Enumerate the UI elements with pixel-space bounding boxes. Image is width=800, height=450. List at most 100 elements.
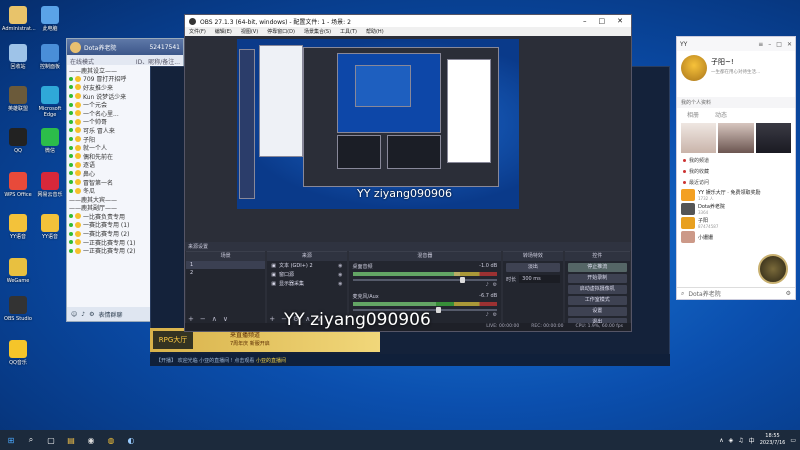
- member-avatar: [75, 84, 81, 91]
- notification-icon[interactable]: ▭: [790, 437, 796, 444]
- chevron-up-icon[interactable]: ∧: [719, 437, 723, 444]
- control-button[interactable]: 开始录制: [567, 274, 627, 283]
- visibility-eye-icon[interactable]: ◉: [338, 281, 342, 287]
- photo-thumb[interactable]: [755, 123, 791, 153]
- speaker-icon[interactable]: ♪: [485, 282, 488, 288]
- volume-slider[interactable]: [352, 277, 498, 283]
- volume-slider-handle[interactable]: [436, 307, 442, 313]
- mic-icon[interactable]: ♪: [81, 311, 85, 318]
- source-item[interactable]: ▣ 显示器采集 ◉: [267, 279, 346, 288]
- yy-icon[interactable]: ◍: [104, 433, 118, 447]
- source-item[interactable]: ▣ 窗口源 ◉: [267, 270, 346, 279]
- photo-thumb[interactable]: [718, 123, 754, 153]
- desktop-icon[interactable]: WPS Office: [2, 172, 34, 198]
- maximize-icon[interactable]: □: [776, 41, 782, 48]
- desktop-icon[interactable]: 控制面板: [34, 44, 66, 70]
- settings-icon[interactable]: ⚙: [786, 290, 791, 297]
- desktop-icon[interactable]: 网易云音乐: [34, 172, 66, 198]
- qq-icon[interactable]: ◐: [124, 433, 138, 447]
- remove-scene-icon[interactable]: −: [200, 315, 206, 323]
- scene-item[interactable]: 2: [186, 269, 265, 277]
- obs-icon[interactable]: ◉: [84, 433, 98, 447]
- member-avatar: [75, 101, 81, 108]
- source-item[interactable]: ▣ 文本 (GDI+) 2 ◉: [267, 261, 346, 270]
- ticker-highlight: 小亚的直播间: [255, 358, 286, 364]
- network-icon[interactable]: ◈: [729, 437, 734, 444]
- search-icon[interactable]: ⌕: [24, 433, 38, 447]
- menu-item[interactable]: 视图(V): [241, 28, 258, 35]
- close-icon[interactable]: ✕: [787, 41, 792, 48]
- control-button[interactable]: 启动虚拟摄像机: [567, 285, 627, 294]
- desktop-icon[interactable]: 回收站: [2, 44, 34, 70]
- transition-type-select[interactable]: 淡出: [506, 263, 560, 272]
- desktop-icon[interactable]: 英雄联盟: [2, 86, 34, 112]
- gear-icon[interactable]: ⚙: [493, 282, 497, 288]
- sort-mode-label[interactable]: 在线模式: [70, 57, 94, 66]
- yy-channel-item[interactable]: Dota养老院 3364: [677, 202, 795, 216]
- minimize-icon[interactable]: –: [768, 41, 771, 48]
- duration-input[interactable]: 300 ms: [519, 275, 560, 283]
- yy-link[interactable]: 我的频道: [677, 155, 795, 166]
- speaker-icon[interactable]: ♪: [485, 312, 488, 318]
- control-button[interactable]: 设置: [567, 307, 627, 316]
- task-view-icon[interactable]: ▢: [44, 433, 58, 447]
- yy-channel-item[interactable]: 子阳 87474587: [677, 216, 795, 230]
- up-icon[interactable]: ∧: [212, 315, 217, 323]
- visibility-eye-icon[interactable]: ◉: [338, 263, 342, 269]
- sources-dock-title: 来源: [267, 252, 347, 261]
- tab-feed[interactable]: 动态: [715, 110, 727, 119]
- desktop-icon[interactable]: Administrat...: [2, 6, 36, 32]
- menu-item[interactable]: 帮助(H): [366, 28, 384, 35]
- profile-section-title: 我的个人资料: [677, 97, 795, 108]
- desktop-icon[interactable]: QQ: [2, 128, 34, 154]
- volume-icon[interactable]: ♫: [738, 437, 743, 444]
- visibility-eye-icon[interactable]: ◉: [338, 272, 342, 278]
- maximize-icon[interactable]: □: [599, 17, 606, 25]
- menu-item[interactable]: 工具(T): [340, 28, 357, 35]
- add-scene-icon[interactable]: +: [188, 315, 194, 323]
- yy-link[interactable]: 我的收藏: [677, 166, 795, 177]
- minimize-icon[interactable]: –: [583, 17, 587, 25]
- desktop-icon[interactable]: 此电脑: [34, 6, 66, 32]
- yy-channel-item[interactable]: 小姗姗: [677, 230, 795, 244]
- member-avatar: [75, 179, 81, 186]
- tab-album[interactable]: 相册: [687, 110, 699, 119]
- desktop-icon[interactable]: WeGame: [2, 258, 34, 284]
- source-settings-label[interactable]: 来源设置: [188, 244, 208, 250]
- control-button[interactable]: 工作室模式: [567, 296, 627, 305]
- member-search-placeholder[interactable]: ID、昵称/备注...: [136, 57, 180, 66]
- menu-item[interactable]: 场景集合(S): [304, 28, 331, 35]
- scene-item[interactable]: 1: [186, 261, 266, 269]
- yy-link[interactable]: 最近访问: [677, 177, 795, 188]
- profile-avatar[interactable]: [681, 55, 707, 81]
- menu-item[interactable]: 编辑(E): [215, 28, 232, 35]
- start-icon[interactable]: ⊞: [4, 433, 18, 447]
- add-source-icon[interactable]: +: [269, 315, 275, 323]
- clock[interactable]: 18:55 2023/7/16: [760, 433, 786, 447]
- member-name: 鼻心: [83, 170, 96, 178]
- desktop-icon[interactable]: OBS Studio: [2, 296, 34, 322]
- settings-icon[interactable]: ⚙: [89, 311, 94, 318]
- search-icon[interactable]: ⌕: [681, 290, 684, 298]
- close-icon[interactable]: ✕: [617, 17, 623, 25]
- ime-icon[interactable]: 中: [749, 436, 755, 445]
- explorer-icon[interactable]: ▤: [64, 433, 78, 447]
- game-badge-icon[interactable]: [758, 254, 788, 284]
- desktop-icon[interactable]: 微信: [34, 128, 66, 154]
- volume-slider-handle[interactable]: [459, 277, 465, 283]
- menu-icon[interactable]: ≡: [758, 41, 763, 48]
- menu-item[interactable]: 文件(F): [189, 28, 206, 35]
- menu-item[interactable]: 停靠窗口(D): [267, 28, 295, 35]
- down-icon[interactable]: ∨: [223, 315, 228, 323]
- desktop-icon[interactable]: YY语音: [2, 214, 34, 240]
- gear-icon[interactable]: ⚙: [493, 312, 497, 318]
- obs-window[interactable]: OBS 27.1.3 (64-bit, windows) - 配置文件: 1 -…: [184, 14, 632, 332]
- photo-thumb[interactable]: [681, 123, 717, 153]
- desktop-icon[interactable]: QQ音乐: [2, 340, 34, 366]
- yy-channel-item[interactable]: YY 娱乐大厅 · 免费领取奖励 1732 人: [677, 188, 795, 202]
- emoji-icon[interactable]: ☺: [71, 311, 77, 318]
- obs-preview[interactable]: YY ziyang090906: [237, 39, 519, 209]
- desktop-icon[interactable]: YY语音: [34, 214, 66, 240]
- desktop-icon[interactable]: Microsoft Edge: [34, 86, 66, 118]
- control-button[interactable]: 停止推流: [567, 263, 627, 272]
